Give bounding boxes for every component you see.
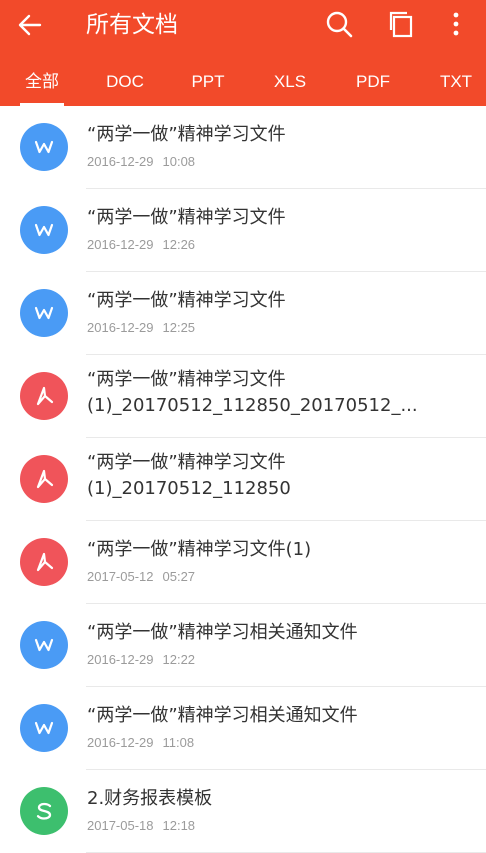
file-name: “两学一做”精神学习文件 (1)_20170512_112850_2017051…: [87, 369, 418, 416]
file-date: 2016-12-29: [87, 652, 154, 667]
file-list: “两学一做”精神学习文件 2016-12-29 10:08 “两学一做”精神学习文件…: [0, 106, 486, 853]
file-time: 12:25: [162, 320, 196, 335]
tab-txt[interactable]: TXT: [430, 60, 482, 106]
file-row[interactable]: “两学一做”精神学习相关通知文件 2016-12-29 12:22: [0, 604, 486, 687]
sheet-icon: [20, 787, 68, 835]
file-name: “两学一做”精神学习相关通知文件: [87, 705, 358, 726]
more-vertical-icon[interactable]: [440, 8, 472, 40]
file-time: 05:27: [162, 569, 196, 584]
file-name: “两学一做”精神学习文件(1): [87, 539, 312, 560]
pdf-icon: [20, 538, 68, 586]
file-row[interactable]: “两学一做”精神学习文件 2016-12-29 12:26: [0, 189, 486, 272]
word-icon: [20, 289, 68, 337]
file-name: “两学一做”精神学习文件: [87, 207, 286, 228]
file-name: “两学一做”精神学习文件: [87, 124, 286, 145]
file-row[interactable]: “两学一做”精神学习相关通知文件 2016-12-29 11:08: [0, 687, 486, 770]
search-icon[interactable]: [323, 8, 355, 40]
toolbar: 所有文档: [0, 0, 486, 50]
pdf-icon: [20, 372, 68, 420]
file-row[interactable]: “两学一做”精神学习文件 2016-12-29 10:08: [0, 106, 486, 189]
file-timestamp: 2016-12-29 12:26: [87, 237, 195, 252]
file-date: 2017-05-18: [87, 818, 154, 833]
multi-window-icon[interactable]: [386, 8, 418, 40]
tab-ppt[interactable]: PPT: [182, 60, 234, 106]
file-date: 2016-12-29: [87, 735, 154, 750]
file-date: 2016-12-29: [87, 320, 154, 335]
file-row[interactable]: “两学一做”精神学习文件 2016-12-29 12:25: [0, 272, 486, 355]
file-time: 12:18: [162, 818, 196, 833]
word-icon: [20, 123, 68, 171]
file-timestamp: 2016-12-29 12:22: [87, 652, 195, 667]
tab-xls[interactable]: XLS: [264, 60, 316, 106]
file-time: 12:26: [162, 237, 196, 252]
word-icon: [20, 206, 68, 254]
tab-bar: 全部 DOC PPT XLS PDF TXT: [0, 60, 486, 106]
file-date: 2017-05-12: [87, 569, 154, 584]
file-row[interactable]: 2.财务报表模板 2017-05-18 12:18: [0, 770, 486, 853]
page-title: 所有文档: [86, 12, 178, 38]
file-timestamp: 2016-12-29 11:08: [87, 735, 194, 750]
app-bar: 所有文档 全部 DOC PPT XLS PDF TXT: [0, 0, 486, 106]
file-timestamp: 2017-05-18 12:18: [87, 818, 195, 833]
file-date: 2016-12-29: [87, 237, 154, 252]
file-timestamp: 2017-05-12 05:27: [87, 569, 195, 584]
word-icon: [20, 704, 68, 752]
pdf-icon: [20, 455, 68, 503]
file-row[interactable]: “两学一做”精神学习文件 (1)_20170512_112850_2017051…: [0, 355, 486, 438]
file-date: 2016-12-29: [87, 154, 154, 169]
tab-all[interactable]: 全部: [20, 60, 64, 106]
file-name: 2.财务报表模板: [87, 788, 213, 809]
file-row[interactable]: “两学一做”精神学习文件 (1)_20170512_112850: [0, 438, 486, 521]
file-name: “两学一做”精神学习文件: [87, 290, 286, 311]
file-name: “两学一做”精神学习文件 (1)_20170512_112850: [87, 452, 291, 499]
file-timestamp: 2016-12-29 12:25: [87, 320, 195, 335]
file-time: 12:22: [162, 652, 196, 667]
tab-doc[interactable]: DOC: [98, 60, 152, 106]
back-arrow-icon[interactable]: [14, 9, 46, 41]
file-time: 11:08: [162, 735, 195, 750]
file-time: 10:08: [162, 154, 196, 169]
file-row[interactable]: “两学一做”精神学习文件(1) 2017-05-12 05:27: [0, 521, 486, 604]
file-timestamp: 2016-12-29 10:08: [87, 154, 195, 169]
word-icon: [20, 621, 68, 669]
file-name: “两学一做”精神学习相关通知文件: [87, 622, 358, 643]
tab-pdf[interactable]: PDF: [347, 60, 399, 106]
